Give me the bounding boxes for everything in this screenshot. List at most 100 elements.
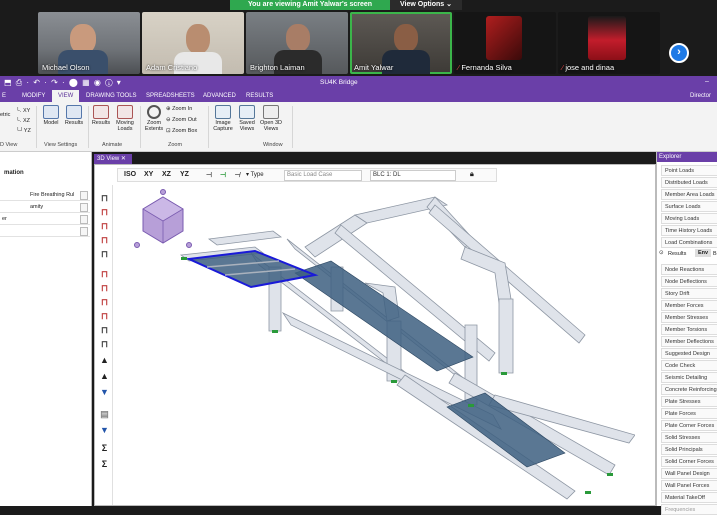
image-capture-button[interactable]: Image Capture <box>211 105 235 132</box>
member-forces-icon[interactable]: ⊓ <box>99 297 110 307</box>
deflection-icon[interactable]: ⊓ <box>99 325 110 335</box>
view-xz-toolbar-button[interactable]: XZ <box>162 171 171 178</box>
close-icon[interactable]: ✕ <box>121 156 126 162</box>
animate-results-button[interactable]: Results <box>90 105 112 126</box>
participant-tile-active-speaker[interactable]: Amit Yalwar <box>350 12 452 74</box>
lock-selection-icon[interactable]: ▲ <box>99 355 110 365</box>
toggle-members-icon[interactable]: ⊓ <box>99 193 110 203</box>
tab-results[interactable]: Results <box>668 251 686 257</box>
member-stress-icon[interactable]: ⊓ <box>99 311 110 321</box>
explorer-item-code-check[interactable]: Code Check <box>661 360 717 371</box>
explorer-item-concrete-reinforcing[interactable]: Concrete Reinforcing <box>661 384 717 395</box>
toggle-supports-icon[interactable]: ⊓ <box>99 249 110 259</box>
explorer-item-material-takeoff[interactable]: Material TakeOff <box>661 492 717 503</box>
sum-selected-icon[interactable]: Σ <box>99 459 110 469</box>
animate-moving-loads-button[interactable]: Moving Loads <box>113 105 137 132</box>
explorer-item-solid-stresses[interactable]: Solid Stresses <box>661 432 717 443</box>
tab-spreadsheets[interactable]: SPREADSHEETS <box>146 90 195 102</box>
participant-tile[interactable]: ⁄ jose and dinaa <box>558 12 660 74</box>
filter-icon[interactable]: ▼ <box>99 387 110 397</box>
tab-advanced[interactable]: ADVANCED <box>203 90 236 102</box>
view-options-button[interactable]: View Options ⌄ <box>390 0 462 10</box>
table-icon[interactable]: ▤ <box>99 409 110 419</box>
participant-tile[interactable]: Brighton Laiman <box>246 12 348 74</box>
tab-view[interactable]: VIEW <box>52 90 80 102</box>
tab-modify[interactable]: MODIFY <box>22 90 45 102</box>
view-cube-handle[interactable] <box>134 242 140 248</box>
info-row[interactable]: Fire Breathing Rul <box>0 190 90 201</box>
explorer-item-point-loads[interactable]: Point Loads <box>661 165 717 176</box>
tab-results[interactable]: RESULTS <box>246 90 273 102</box>
explorer-item-solid-principals[interactable]: Solid Principals <box>661 444 717 455</box>
results-view-settings-button[interactable]: Results <box>63 105 85 126</box>
view-cube-handle[interactable] <box>160 189 166 195</box>
view-yz-button[interactable]: └┘YZ <box>16 128 31 134</box>
tab-3d-view[interactable]: 3D View ✕ <box>94 154 132 164</box>
selected-walkway[interactable] <box>185 249 319 289</box>
render-member-green-icon[interactable]: ⊣ <box>220 171 226 179</box>
open-3d-views-button[interactable]: Open 3D Views <box>259 105 283 132</box>
minimize-button[interactable]: – <box>705 78 709 85</box>
render-member-icon[interactable]: ⊣ <box>206 171 212 179</box>
tab-envelope[interactable]: Env <box>695 249 712 257</box>
collapse-results-icon[interactable]: ⊙ <box>659 250 664 256</box>
explorer-item-moving-loads[interactable]: Moving Loads <box>661 213 717 224</box>
filter-results-icon[interactable]: ▼ <box>99 425 110 435</box>
explorer-item-member-area-loads[interactable]: Member Area Loads <box>661 189 717 200</box>
explorer-item-wall-panel-forces[interactable]: Wall Panel Forces <box>661 480 717 491</box>
explorer-item-plate-forces[interactable]: Plate Forces <box>661 408 717 419</box>
explorer-item-member-stresses[interactable]: Member Stresses <box>661 312 717 323</box>
explorer-item-time-history-loads[interactable]: Time History Loads <box>661 225 717 236</box>
next-participants-button[interactable]: › <box>669 43 689 63</box>
explorer-item-plate-stresses[interactable]: Plate Stresses <box>661 396 717 407</box>
explorer-item-member-forces[interactable]: Member Forces <box>661 300 717 311</box>
selected-deck-plate[interactable] <box>185 249 319 289</box>
ellipsis-button[interactable] <box>80 215 88 224</box>
zoom-out-button[interactable]: ⊖ Zoom Out <box>166 117 197 123</box>
isometric-label[interactable]: etric <box>0 112 10 118</box>
sum-icon[interactable]: Σ <box>99 443 110 453</box>
info-row[interactable]: er <box>0 214 90 225</box>
view-yz-toolbar-button[interactable]: YZ <box>180 171 189 178</box>
view-xy-toolbar-button[interactable]: XY <box>144 171 153 178</box>
load-type-select[interactable]: Basic Load Case <box>284 170 362 181</box>
plate-contours-icon[interactable]: ⊓ <box>99 283 110 293</box>
zoom-extents-button[interactable]: Zoom Extents <box>143 105 165 132</box>
explorer-item-wall-panel-design[interactable]: Wall Panel Design <box>661 468 717 479</box>
explorer-item-story-drift[interactable]: Story Drift <box>661 288 717 299</box>
render-icon[interactable]: ⊓ <box>99 269 110 279</box>
3d-viewport[interactable]: ISO XY XZ YZ ⊣ ⊣ ⊣ ▾ Type Basic Load Cas… <box>94 164 656 506</box>
bridge-model[interactable] <box>155 195 635 503</box>
explorer-item-surface-loads[interactable]: Surface Loads <box>661 201 717 212</box>
zoom-box-button[interactable]: ⊡ Zoom Box <box>166 128 197 134</box>
explorer-item-node-reactions[interactable]: Node Reactions <box>661 264 717 275</box>
explorer-item-member-deflections[interactable]: Member Deflections <box>661 336 717 347</box>
tab-file-partial[interactable]: E <box>2 90 6 102</box>
unlock-selection-icon[interactable]: ▲ <box>99 371 110 381</box>
view-xz-button[interactable]: └. XZ <box>16 118 30 124</box>
quick-access-toolbar[interactable]: ⬒ ⎙ · ↶ · ↷ · ⬤ ▦ ◉ ⓘ ▾ <box>4 78 122 88</box>
load-case-select[interactable]: BLC 1: DL <box>370 170 456 181</box>
model-view-settings-button[interactable]: Model <box>40 105 62 126</box>
participant-tile[interactable]: Michael Olson <box>38 12 140 74</box>
ellipsis-button[interactable] <box>80 227 88 236</box>
explorer-item-suggested-design[interactable]: Suggested Design <box>661 348 717 359</box>
ellipsis-button[interactable] <box>80 203 88 212</box>
toggle-loads-icon[interactable]: ⊓ <box>99 221 110 231</box>
tab-batch[interactable]: B <box>713 251 717 257</box>
zoom-in-button[interactable]: ⊕ Zoom In <box>166 106 192 112</box>
explorer-item-node-deflections[interactable]: Node Deflections <box>661 276 717 287</box>
view-iso-button[interactable]: ISO <box>124 171 136 178</box>
lock-icon[interactable]: 🔒︎ <box>470 171 474 179</box>
saved-views-button[interactable]: Saved Views <box>236 105 258 132</box>
tab-drawing-tools[interactable]: DRAWING TOOLS <box>86 90 137 102</box>
explorer-item-solid-corner-forces[interactable]: Solid Corner Forces <box>661 456 717 467</box>
participant-tile[interactable]: Adam Cristiano <box>142 12 244 74</box>
ellipsis-button[interactable] <box>80 191 88 200</box>
explorer-item-seismic-detailing[interactable]: Seismic Detailing <box>661 372 717 383</box>
render-member-italic-icon[interactable]: ⊣ <box>234 171 240 179</box>
reactions-icon[interactable]: ⊓ <box>99 339 110 349</box>
participant-tile[interactable]: ⁄ Fernanda Silva <box>454 12 556 74</box>
explorer-item-member-torsions[interactable]: Member Torsions <box>661 324 717 335</box>
explorer-item-load-combinations[interactable]: Load Combinations <box>661 237 717 248</box>
